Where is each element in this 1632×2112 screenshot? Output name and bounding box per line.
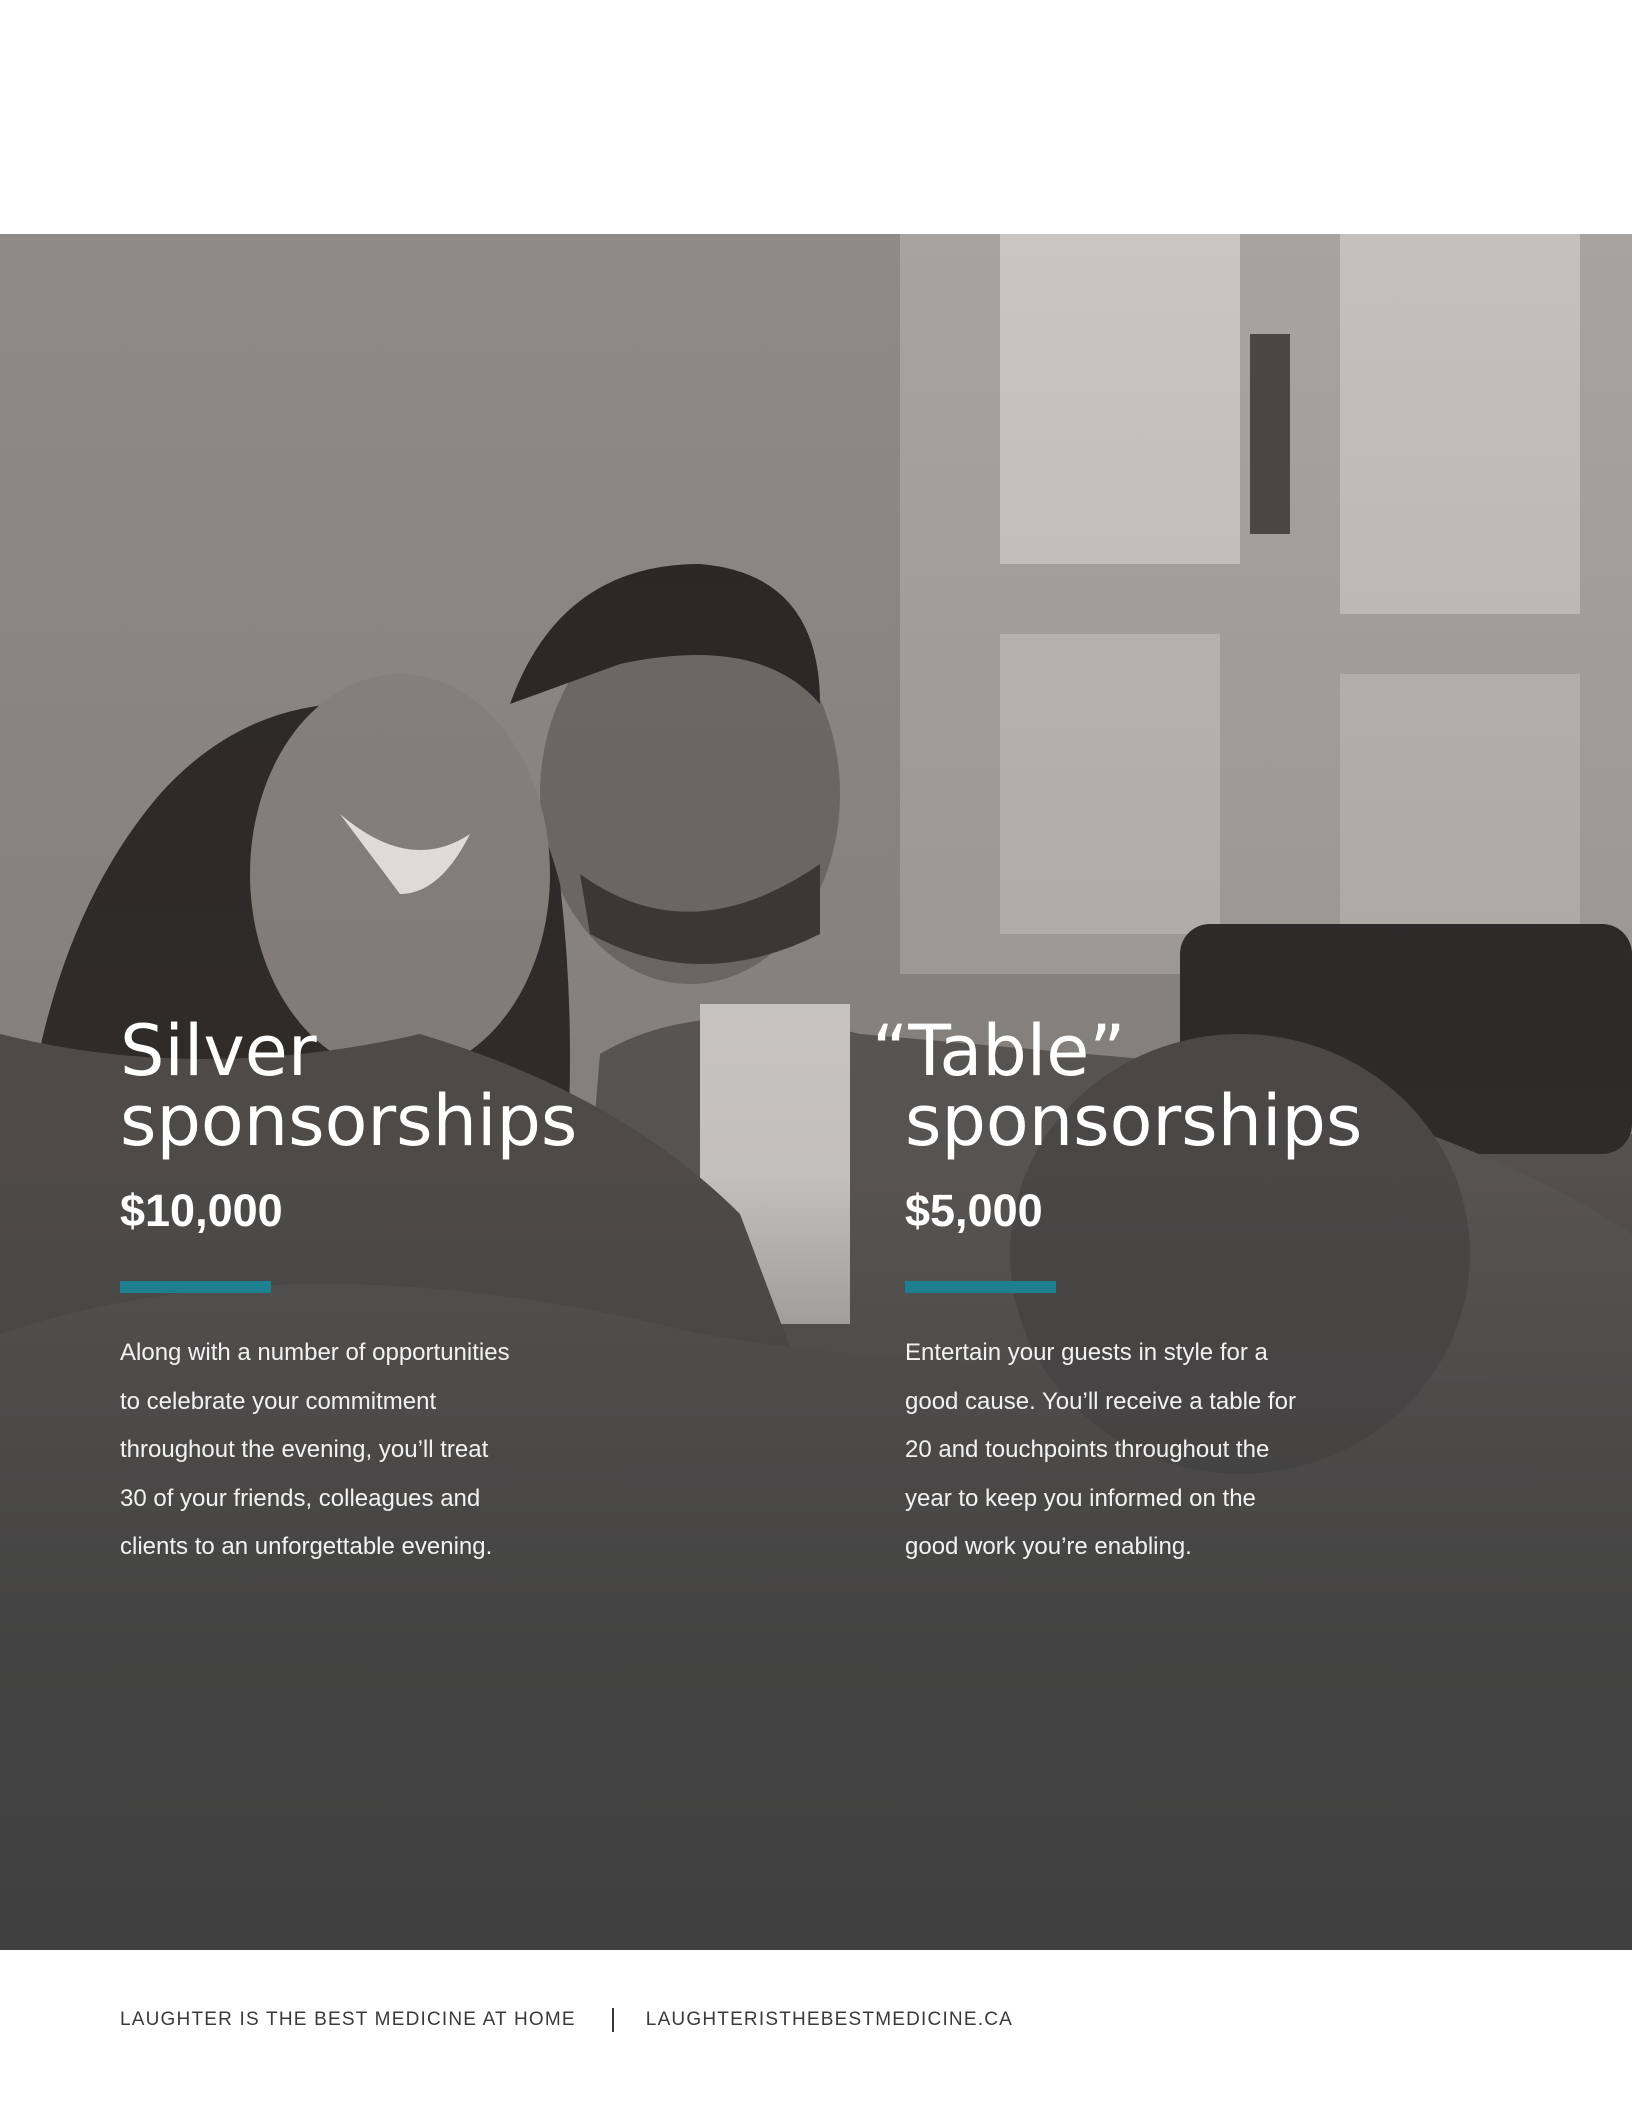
silver-desc-line: throughout the evening, you’ll treat (120, 1436, 489, 1463)
table-desc-line: year to keep you informed on the (905, 1484, 1256, 1512)
silver-sponsorship-block: Silver sponsorships $10,000 Along with a… (120, 1016, 740, 1572)
silver-title-line2: sponsorships (120, 1080, 578, 1162)
silver-title-line1: Silver (120, 1010, 317, 1092)
silver-desc-line: clients to an unforgettable evening. (120, 1533, 493, 1560)
silver-description: Along with a number of opportunities to … (120, 1329, 590, 1572)
page-footer: LAUGHTER IS THE BEST MEDICINE AT HOME LA… (120, 2005, 1013, 2035)
table-accent-rule (905, 1281, 1056, 1293)
table-title-line2: sponsorships (905, 1080, 1363, 1162)
table-title-line1: “Table” (872, 1010, 1126, 1092)
table-sponsorship-block: “Table” sponsorships $5,000 Entertain yo… (872, 1016, 1525, 1572)
table-description: Entertain your guests in style for a goo… (905, 1329, 1375, 1572)
silver-desc-line: 30 of your friends, colleagues and (120, 1484, 481, 1512)
silver-title: Silver sponsorships (120, 1016, 740, 1156)
table-title: “Table” sponsorships (872, 1016, 1525, 1162)
table-desc-line: Entertain your guests in style for a (905, 1339, 1268, 1366)
footer-divider (611, 2008, 614, 2032)
silver-desc-line: Along with a number of opportunities (120, 1339, 510, 1366)
footer-tagline: LAUGHTER IS THE BEST MEDICINE AT HOME (120, 2009, 576, 2030)
table-desc-line: good work you’re enabling. (905, 1533, 1192, 1560)
footer-url-link[interactable]: LAUGHTERISTHEBESTMEDICINE.CA (646, 2009, 1013, 2031)
table-desc-line: good cause. You’ll receive a table for (905, 1387, 1296, 1415)
silver-desc-line: to celebrate your commitment (120, 1387, 437, 1415)
silver-price: $10,000 (120, 1185, 283, 1236)
table-desc-line: 20 and touchpoints throughout the (905, 1436, 1270, 1463)
table-price: $5,000 (905, 1185, 1043, 1236)
silver-accent-rule (120, 1281, 271, 1293)
